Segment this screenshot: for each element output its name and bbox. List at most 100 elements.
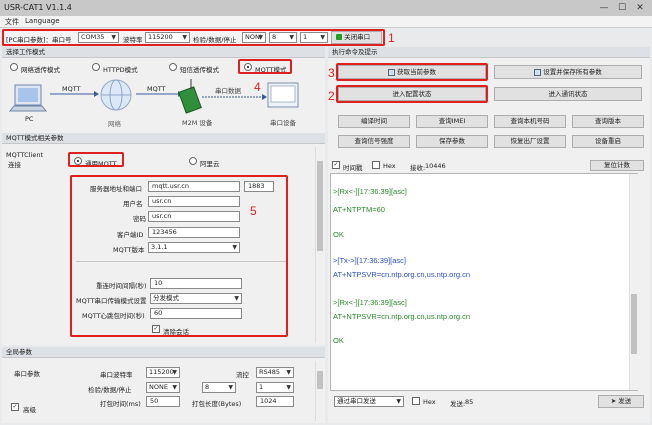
terminal-line: OK (333, 336, 344, 345)
compile-time-button[interactable]: 编译时间 (338, 115, 410, 128)
clean-session-checkbox[interactable]: ✓ (152, 325, 160, 333)
client-id-input[interactable]: 123456 (148, 227, 240, 238)
device-restart-button[interactable]: 设备重启 (572, 135, 644, 148)
mode-label-httpd: HTTPD模式 (103, 66, 138, 74)
annotation-number-2: 2 (328, 89, 335, 103)
save-all-button[interactable]: 设置并保存所有参数 (494, 65, 642, 79)
send-hex-checkbox[interactable] (412, 397, 420, 405)
pc-icon (8, 84, 48, 112)
server-port-input[interactable]: 1883 (244, 181, 274, 192)
aliyun-label: 阿里云 (200, 160, 220, 168)
transfer-mode-select[interactable]: 分发模式 ▼ (150, 293, 242, 304)
clean-session-label: 清除会话 (163, 328, 189, 336)
sent-count: 85 (465, 398, 474, 406)
diagram-mqtt-label-1: MQTT (62, 85, 81, 93)
diagram-device-label: M2M 设备 (182, 119, 213, 127)
scrollbar-thumb[interactable] (317, 161, 323, 251)
serial-device-icon (267, 82, 299, 108)
pack-time-input[interactable]: 50 (146, 396, 180, 407)
reconnect-input[interactable]: 10 (150, 278, 242, 289)
advanced-label: 高级 (23, 406, 36, 414)
global-data-bits-select[interactable]: 8 ▼ (202, 382, 236, 393)
server-input[interactable]: mqtt.usr.cn (148, 181, 240, 192)
work-mode-panel: 选择工作模式 网络透传模式 HTTPD模式 短信透传模式 MQTT模式 4 PC… (2, 47, 325, 133)
global-scrollbar[interactable] (315, 361, 324, 421)
timestamp-checkbox[interactable]: ✓ (332, 161, 340, 169)
commands-header: 执行命令及提示 (328, 47, 650, 58)
annotation-box-2 (336, 85, 488, 103)
save-params-button[interactable]: 保存参数 (416, 135, 488, 148)
factory-reset-button[interactable]: 恢复出厂设置 (494, 135, 566, 148)
terminal-output[interactable]: >[Rx<-][17:36:39][asc] AT+NTPTM=60 OK >[… (330, 173, 638, 391)
chevron-down-icon: ▼ (172, 369, 177, 376)
close-icon[interactable]: ✕ (634, 2, 646, 14)
menu-language[interactable]: Language (25, 17, 60, 25)
terminal-line: AT+NTPSVR=cn.ntp.org.cn,us.ntp.org.cn (333, 312, 471, 321)
heartbeat-label: MQTT心跳包时间(秒) (82, 312, 145, 320)
global-baud-select[interactable]: 115200 ▼ (146, 367, 180, 378)
annotation-box-mqtt-server (68, 152, 124, 167)
radio-aliyun[interactable] (189, 157, 197, 165)
radio-sms-transparent[interactable] (169, 63, 177, 71)
query-signal-button[interactable]: 查询信号强度 (338, 135, 410, 148)
mqtt-version-label: MQTT版本 (113, 246, 145, 254)
mqtt-connect-label: 连接 (8, 161, 21, 169)
password-input[interactable]: usr.cn (148, 211, 240, 222)
pack-time-label: 打包时间(ms) (100, 400, 141, 408)
chevron-down-icon: ▼ (172, 384, 177, 391)
mode-label-sms: 短信透传模式 (180, 66, 219, 74)
advanced-checkbox[interactable]: ✓ (11, 403, 19, 411)
radio-httpd[interactable] (92, 63, 100, 71)
pack-len-label: 打包长度(Bytes) (192, 400, 242, 408)
global-stop-bits-select[interactable]: 1 ▼ (256, 382, 294, 393)
hex-checkbox[interactable] (372, 161, 380, 169)
pack-len-input[interactable]: 1024 (256, 396, 294, 407)
terminal-line: AT+NTPSVR=cn.ntp.org.cn,us.ntp.org.cn (333, 270, 471, 279)
terminal-line: >[Rx<-][17:36:39][asc] (333, 298, 407, 307)
terminal-line: AT+NTPTM=60 (333, 205, 385, 214)
mqtt-scrollbar[interactable] (315, 147, 324, 343)
query-version-button[interactable]: 查询版本 (572, 115, 644, 128)
heartbeat-input[interactable]: 60 (150, 308, 242, 319)
annotation-number-5: 5 (250, 204, 257, 218)
server-label: 服务器地址和端口 (90, 185, 142, 193)
radio-network-transparent[interactable] (10, 63, 18, 71)
flow-select[interactable]: RS485 ▼ (256, 367, 294, 378)
mqtt-client-label: MQTTClient (6, 151, 43, 159)
cloud-network-icon (100, 79, 132, 111)
query-number-button[interactable]: 查询本机号码 (494, 115, 566, 128)
maximize-icon[interactable]: ☐ (616, 2, 628, 14)
send-hex-label: Hex (423, 398, 436, 406)
terminal-scrollbar[interactable] (629, 174, 638, 390)
reconnect-label: 重连时间间隔(秒) (96, 282, 147, 290)
scrollbar-thumb[interactable] (317, 371, 323, 389)
field-divider (76, 261, 286, 262)
chevron-down-icon: ▼ (286, 369, 291, 376)
diagram-serial-data-label: 串口数据 (215, 87, 241, 95)
terminal-line: >[Rx<-][17:36:39][asc] (333, 187, 407, 196)
send-mode-select[interactable]: 通过串口发送 ▼ (334, 396, 404, 407)
mode-label-network: 网络透传模式 (21, 66, 60, 74)
title-bar: USR-CAT1 V1.1.4 — ☐ ✕ (0, 0, 652, 16)
mqtt-version-select[interactable]: 3.1.1 ▼ (148, 242, 240, 253)
query-imei-button[interactable]: 查询IMEI (416, 115, 488, 128)
annotation-box-3 (336, 63, 488, 81)
reset-count-button[interactable]: 复位计数 (590, 160, 644, 171)
menu-file[interactable]: 文件 (5, 17, 19, 27)
window-title: USR-CAT1 V1.1.4 (4, 3, 72, 12)
terminal-line: OK (333, 230, 344, 239)
diagram-network-label: 网络 (108, 120, 121, 128)
send-bar: 通过串口发送 ▼ Hex 发送: 85 ➤ 发送 (330, 394, 648, 410)
minimize-icon[interactable]: — (598, 2, 610, 14)
diagram-pc-label: PC (25, 115, 34, 123)
send-button[interactable]: ➤ 发送 (598, 395, 644, 408)
annotation-number-3: 3 (328, 66, 335, 80)
global-parity-select[interactable]: NONE ▼ (146, 382, 180, 393)
scrollbar-thumb[interactable] (631, 294, 637, 354)
flow-label: 流控 (236, 371, 249, 379)
enter-comm-button[interactable]: 进入通讯状态 (494, 87, 642, 101)
username-input[interactable]: usr.cn (148, 196, 240, 207)
sent-label: 发送: (450, 400, 466, 408)
received-count: 10446 (425, 162, 446, 170)
annotation-box-1 (2, 29, 385, 46)
